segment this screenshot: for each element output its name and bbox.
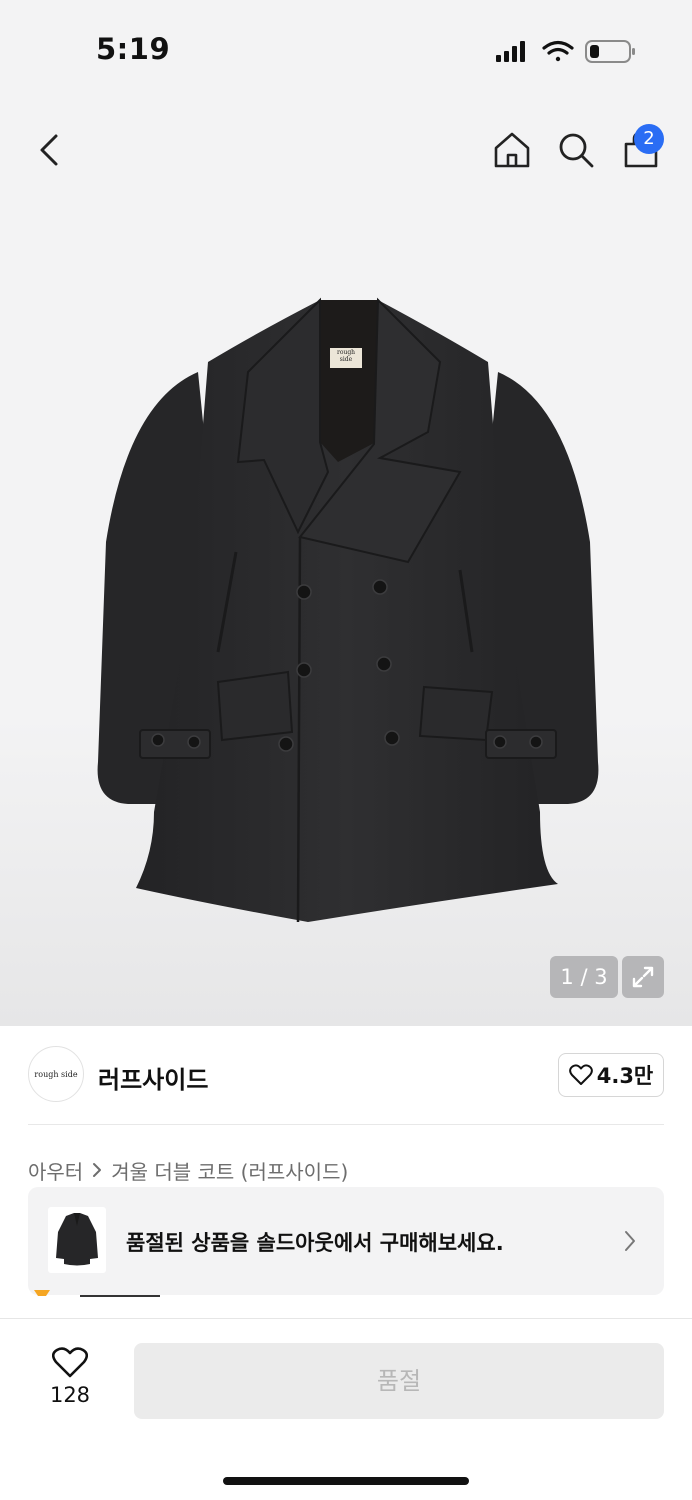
soldout-promo-card[interactable]: 품절된 상품을 솔드아웃에서 구매해보세요.	[28, 1187, 664, 1295]
signal-icon	[496, 41, 525, 62]
soldout-promo-text: 품절된 상품을 솔드아웃에서 구매해보세요.	[126, 1231, 504, 1255]
brand-like-count: 4.3만	[596, 1064, 654, 1088]
coat-thumbnail-image	[56, 1213, 98, 1266]
wifi-icon	[542, 40, 574, 62]
brand-row[interactable]: rough side 러프사이드 4.3만	[28, 1046, 664, 1104]
home-icon	[494, 132, 530, 168]
brand-name[interactable]: 러프사이드	[98, 1060, 208, 1095]
status-bar: 5:19	[0, 0, 692, 100]
cart-count-badge: 2	[634, 124, 664, 154]
image-page-counter: 1 / 3	[550, 956, 618, 998]
breadcrumb-category[interactable]: 아우터	[28, 1156, 83, 1185]
brand-logo[interactable]: rough side	[28, 1046, 84, 1102]
coat-label: rough side	[336, 349, 356, 363]
breadcrumb: 아우터 겨울 더블 코트 (러프사이드)	[28, 1156, 348, 1184]
brand-like-button[interactable]: 4.3만	[558, 1053, 664, 1097]
soldout-buy-button[interactable]: 품절	[134, 1343, 664, 1419]
soldout-thumbnail	[48, 1207, 106, 1273]
heart-icon	[52, 1347, 88, 1378]
section-divider	[28, 1124, 664, 1125]
back-chevron-icon	[40, 134, 58, 166]
heart-icon	[568, 1064, 593, 1085]
back-button[interactable]	[26, 126, 74, 174]
home-button[interactable]	[488, 126, 536, 174]
chevron-right-icon	[93, 1163, 102, 1177]
star-icon	[34, 1290, 50, 1296]
breadcrumb-product: 겨울 더블 코트 (러프사이드)	[111, 1159, 349, 1184]
product-image-area[interactable]: 5:19 2 rough side 1 / 3	[0, 0, 692, 1026]
wishlist-count: 128	[49, 1383, 91, 1407]
battery-icon	[585, 40, 635, 63]
product-coat-image	[97, 297, 599, 923]
expand-image-button[interactable]	[622, 956, 664, 998]
status-time: 5:19	[96, 32, 171, 66]
chevron-right-icon	[625, 1231, 635, 1251]
home-indicator[interactable]	[223, 1477, 469, 1485]
content-peek	[80, 1295, 160, 1297]
wishlist-button[interactable]: 128	[36, 1347, 104, 1427]
status-icons	[496, 40, 635, 63]
search-button[interactable]	[552, 126, 600, 174]
bottom-action-bar: 128 품절	[0, 1318, 692, 1500]
top-navigation	[0, 118, 692, 182]
search-icon	[559, 133, 594, 168]
expand-icon	[632, 966, 654, 988]
